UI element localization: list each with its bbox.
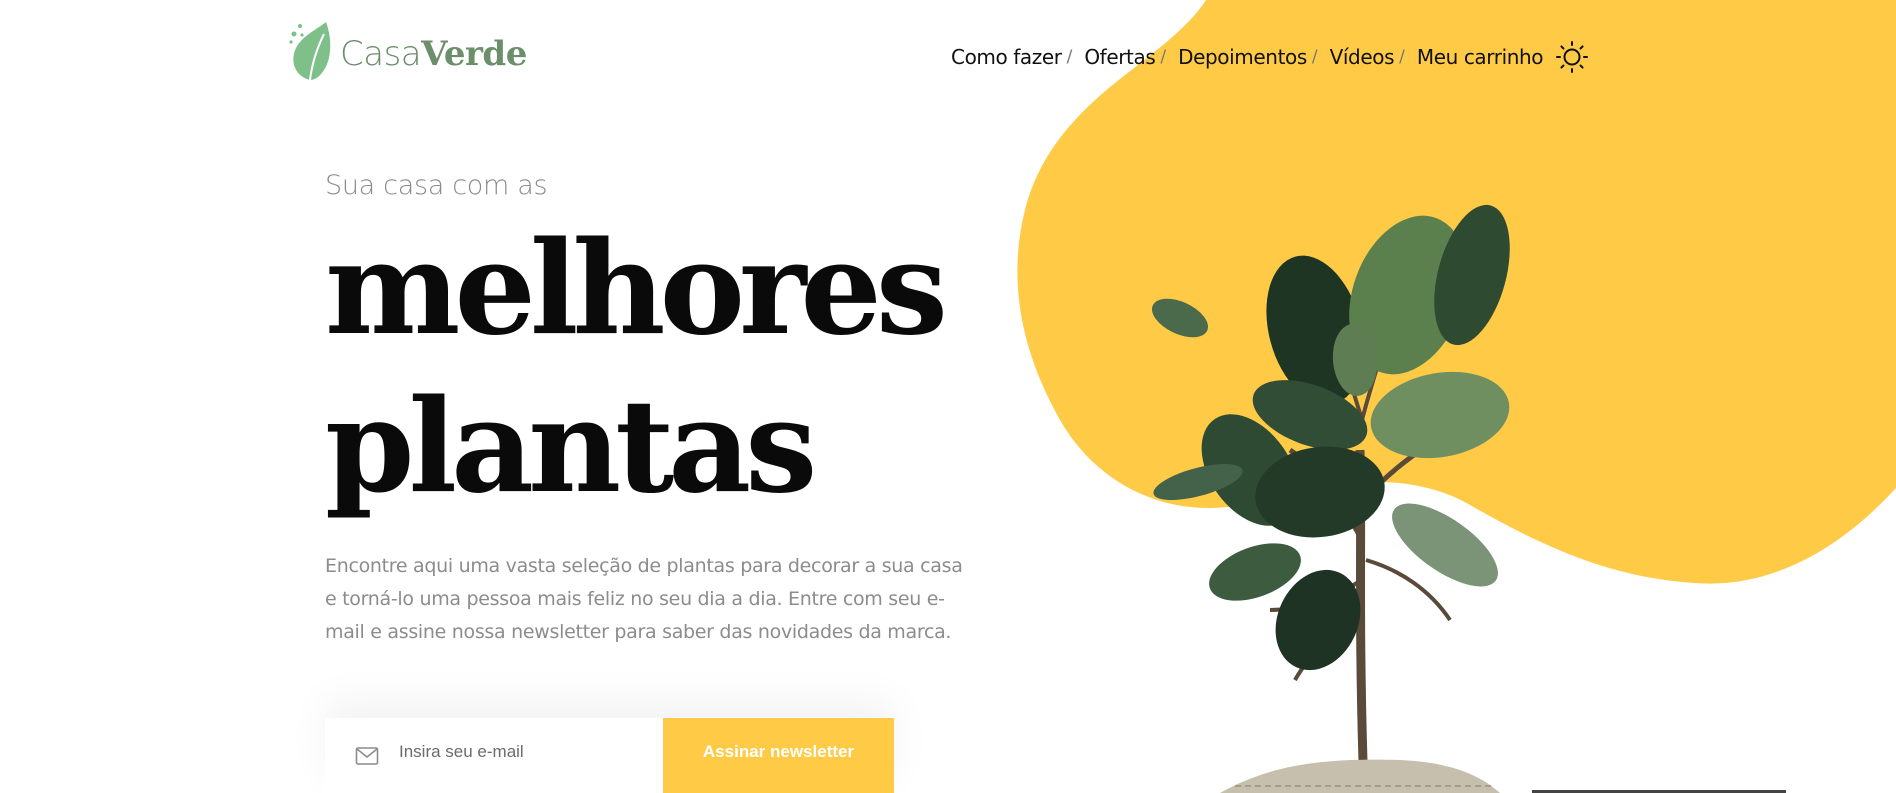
brand-name: CasaVerde bbox=[340, 34, 527, 74]
nav-item-meu-carrinho[interactable]: Meu carrinho bbox=[1416, 45, 1544, 69]
leaf-logo-icon bbox=[289, 22, 331, 81]
brand-name-part1: Casa bbox=[340, 34, 422, 74]
hero-headline-line2: plantas bbox=[325, 372, 817, 522]
nav-separator: / bbox=[1066, 47, 1073, 67]
mail-icon bbox=[355, 747, 379, 765]
subscribe-newsletter-button[interactable]: Assinar newsletter bbox=[663, 718, 894, 793]
newsletter-form: Assinar newsletter bbox=[325, 718, 894, 793]
hero-headline-line1: melhores bbox=[325, 214, 948, 364]
sun-icon[interactable] bbox=[1555, 40, 1589, 74]
email-field-wrapper bbox=[325, 718, 663, 793]
nav-item-depoimentos[interactable]: Depoimentos / bbox=[1178, 45, 1330, 69]
yellow-blob-background bbox=[1017, 0, 1896, 584]
nav-item-label: Depoimentos bbox=[1178, 45, 1307, 69]
nav-item-label: Vídeos bbox=[1329, 45, 1395, 69]
main-nav: Como fazer / Ofertas / Depoimentos / Víd… bbox=[951, 40, 1589, 74]
nav-item-como-fazer[interactable]: Como fazer / bbox=[951, 45, 1084, 69]
nav-separator: / bbox=[1311, 47, 1318, 67]
hero-headline: melhores plantas bbox=[325, 210, 948, 526]
hero-section: Sua casa com as melhores plantas bbox=[325, 170, 948, 526]
nav-item-videos[interactable]: Vídeos / bbox=[1330, 45, 1417, 69]
brand-logo[interactable]: CasaVerde bbox=[288, 20, 527, 82]
brand-name-part2: Verde bbox=[421, 34, 527, 74]
nav-separator: / bbox=[1160, 47, 1167, 67]
nav-item-ofertas[interactable]: Ofertas / bbox=[1084, 45, 1178, 69]
nav-item-label: Meu carrinho bbox=[1416, 45, 1544, 69]
nav-item-label: Ofertas bbox=[1084, 45, 1156, 69]
hero-subtitle: Sua casa com as bbox=[325, 170, 548, 201]
nav-separator: / bbox=[1399, 47, 1405, 67]
hero-description: Encontre aqui uma vasta seleção de plant… bbox=[325, 555, 963, 643]
nav-item-label: Como fazer bbox=[951, 45, 1062, 69]
email-input[interactable] bbox=[399, 742, 619, 762]
plant-image bbox=[1151, 204, 1510, 793]
